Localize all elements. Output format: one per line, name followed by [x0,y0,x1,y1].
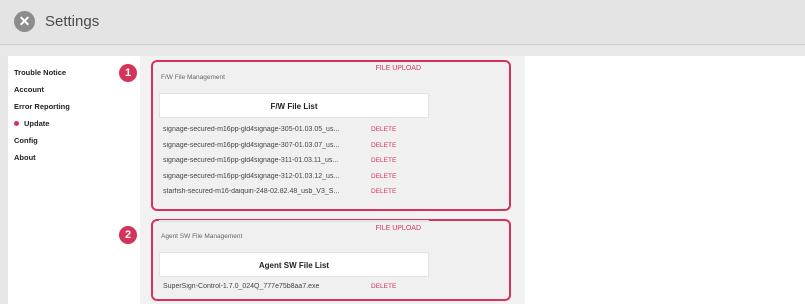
file-name: signage-secured-m16pp-gld4signage-307-01… [163,141,340,149]
sidebar-item-trouble-notice[interactable]: Trouble Notice [14,68,66,77]
delete-button[interactable]: DELETE [371,142,396,149]
delete-button[interactable]: DELETE [371,283,396,290]
file-name: SuperSign-Control-1.7.0_024Q_777e75b8aa7… [163,283,320,291]
sidebar-item-update[interactable]: Update [14,119,49,128]
delete-button[interactable]: DELETE [371,188,396,195]
fw-file-management-panel: FILE UPLOAD F/W File Management F/W File… [151,60,511,211]
list-item: signage-secured-m16pp-gld4signage-307-01… [163,138,463,154]
close-button[interactable]: ✕ [14,11,35,32]
delete-button[interactable]: DELETE [371,157,396,164]
list-item: starfish-secured-m16-daiquiri-248-02.82.… [163,184,463,200]
file-name: signage-secured-m16pp-gld4signage-305-01… [163,126,340,134]
agent-file-upload-link[interactable]: FILE UPLOAD [375,225,421,232]
file-name: starfish-secured-m16-daiquiri-248-02.82.… [163,188,340,196]
close-icon: ✕ [18,13,31,29]
fw-file-list: signage-secured-m16pp-gld4signage-305-01… [163,122,463,200]
list-item: signage-secured-m16pp-gld4signage-312-01… [163,169,463,185]
sidebar-item-account[interactable]: Account [14,85,44,94]
divider [159,220,429,222]
callout-badge-2: 2 [119,226,137,244]
agent-sw-file-management-panel: FILE UPLOAD Agent SW File Management Age… [151,219,511,301]
file-name: signage-secured-m16pp-gld4signage-311-01… [163,157,339,165]
agent-file-list: SuperSign-Control-1.7.0_024Q_777e75b8aa7… [163,279,463,295]
sidebar-item-config[interactable]: Config [14,136,38,145]
active-dot-icon [14,120,19,126]
fw-file-upload-link[interactable]: FILE UPLOAD [375,65,421,72]
fw-file-list-header: F/W File List [159,93,429,118]
delete-button[interactable]: DELETE [371,173,396,180]
title-bar: ✕ Settings [0,0,805,45]
header-band [0,46,805,56]
file-name: signage-secured-m16pp-gld4signage-312-01… [163,172,340,180]
sidebar-item-label: Update [24,119,50,128]
list-item: SuperSign-Control-1.7.0_024Q_777e75b8aa7… [163,279,463,295]
list-item: signage-secured-m16pp-gld4signage-305-01… [163,122,463,138]
callout-badge-1: 1 [119,64,137,82]
sidebar-item-error-reporting[interactable]: Error Reporting [14,102,70,111]
agent-file-list-header: Agent SW File List [159,252,429,277]
delete-button[interactable]: DELETE [371,126,396,133]
list-item: signage-secured-m16pp-gld4signage-311-01… [163,153,463,169]
fw-section-title: F/W File Management [161,74,225,81]
agent-section-title: Agent SW File Management [161,233,243,240]
page-title: Settings [45,13,100,30]
sidebar-item-about[interactable]: About [14,153,36,162]
